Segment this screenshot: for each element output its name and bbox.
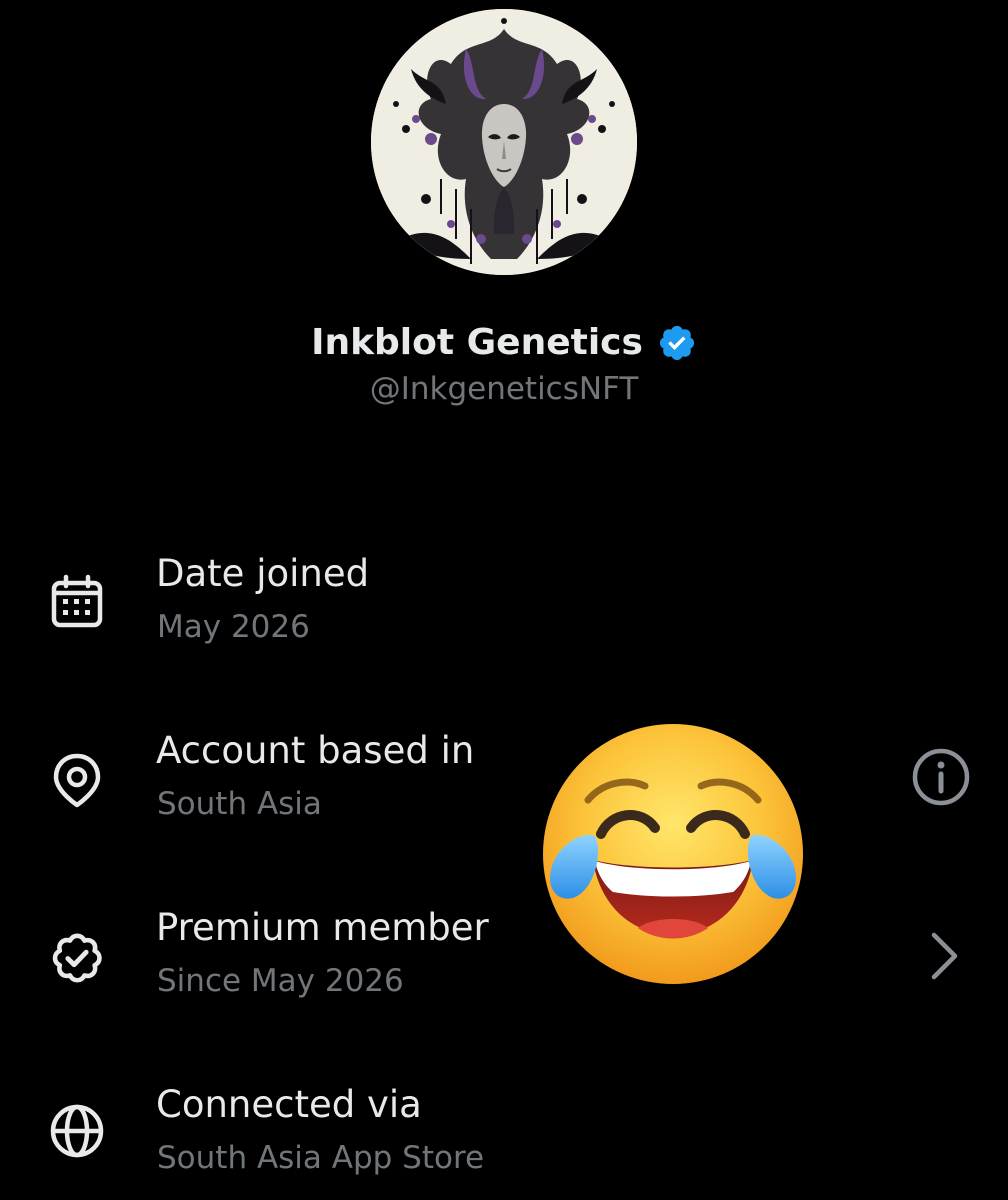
detail-value: South Asia xyxy=(157,786,322,822)
detail-value: May 2026 xyxy=(157,609,310,645)
detail-title: Connected via xyxy=(156,1083,422,1126)
calendar-icon xyxy=(48,573,106,631)
detail-row-date-joined: Date joined May 2026 xyxy=(0,549,1008,679)
detail-title: Date joined xyxy=(156,552,370,595)
inkblot-portrait-avatar xyxy=(371,9,637,275)
profile-avatar[interactable] xyxy=(371,9,637,275)
profile-handle: @InkgeneticsNFT xyxy=(369,371,639,407)
detail-row-premium-member[interactable]: Premium member Since May 2026 xyxy=(0,903,1008,1033)
detail-row-account-based-in: Account based in South Asia xyxy=(0,726,1008,856)
verified-check-icon xyxy=(48,929,106,987)
verified-badge-icon[interactable] xyxy=(657,323,697,363)
detail-title: Premium member xyxy=(156,906,489,949)
detail-value: South Asia App Store xyxy=(157,1140,485,1176)
detail-row-connected-via: Connected via South Asia App Store xyxy=(0,1080,1008,1200)
profile-name-row: Inkblot Genetics xyxy=(0,318,1008,368)
globe-icon xyxy=(48,1102,106,1160)
display-name: Inkblot Genetics xyxy=(311,322,643,363)
face-with-tears-of-joy-emoji xyxy=(533,720,813,988)
location-pin-icon xyxy=(48,751,106,809)
detail-value: Since May 2026 xyxy=(157,963,404,999)
info-icon[interactable] xyxy=(910,746,972,808)
detail-title: Account based in xyxy=(156,729,475,772)
chevron-right-icon[interactable] xyxy=(912,925,974,987)
